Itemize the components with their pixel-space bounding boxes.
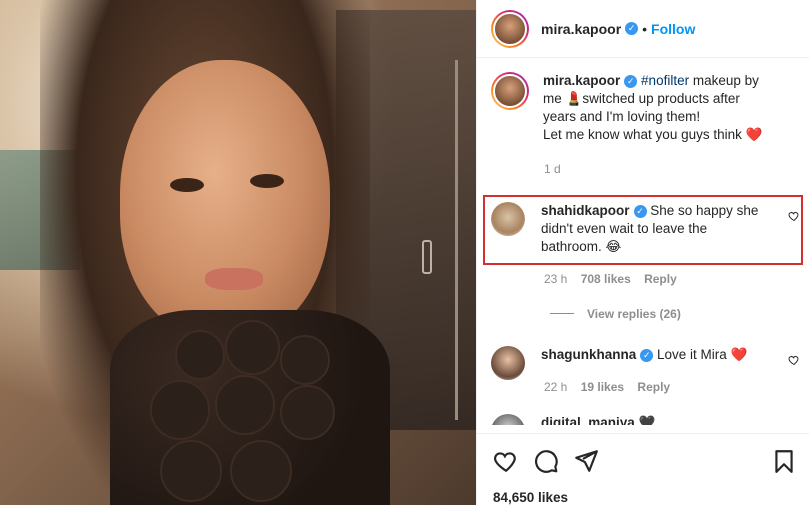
right-eye bbox=[250, 174, 284, 188]
post-actions-bar: 84,650 likes bbox=[477, 433, 809, 505]
comment-item: shagunkhanna ✓ Love it Mira ❤️ bbox=[491, 346, 747, 380]
comments-section[interactable]: mira.kapoor ✓ #nofilter makeup by me 💄swi… bbox=[477, 58, 809, 425]
share-icon[interactable] bbox=[573, 448, 599, 474]
comment-time: 22 h bbox=[544, 380, 568, 394]
hashtag-link[interactable]: #nofilter bbox=[641, 73, 689, 88]
caption-username[interactable]: mira.kapoor bbox=[543, 73, 620, 88]
caption-text: me 💄switched up products after bbox=[543, 91, 740, 106]
likes-count[interactable]: 84,650 likes bbox=[493, 490, 568, 505]
clothing-petal bbox=[230, 440, 292, 502]
heart-icon[interactable] bbox=[788, 354, 800, 366]
commenter-avatar[interactable] bbox=[491, 414, 525, 425]
clothing-petal bbox=[150, 380, 210, 440]
reply-button[interactable]: Reply bbox=[644, 272, 677, 286]
replies-divider bbox=[550, 313, 574, 314]
clothing-petal bbox=[280, 335, 330, 385]
reply-button[interactable]: Reply bbox=[637, 380, 670, 394]
comment-text: 🖤 bbox=[634, 415, 656, 425]
post-side-panel: mira.kapoor ✓ • Follow mira.kapoor ✓ #nof… bbox=[476, 0, 809, 505]
door-handle bbox=[422, 240, 432, 274]
comment-text: bathroom. 😂 bbox=[541, 239, 622, 254]
comment-item: shahidkapoor ✓ She so happy she didn't ev… bbox=[491, 202, 758, 256]
clothing-petal bbox=[175, 330, 225, 380]
view-replies-button[interactable]: View replies (26) bbox=[587, 307, 681, 321]
comment-icon[interactable] bbox=[533, 448, 559, 474]
door-edge bbox=[455, 60, 458, 420]
commenter-username[interactable]: shahidkapoor bbox=[541, 203, 630, 218]
clothing-petal bbox=[215, 375, 275, 435]
post-header: mira.kapoor ✓ • Follow bbox=[477, 0, 809, 58]
comment-likes[interactable]: 19 likes bbox=[581, 380, 624, 394]
comment-time: 23 h bbox=[544, 272, 568, 286]
left-eye bbox=[170, 178, 204, 192]
heart-icon[interactable] bbox=[493, 448, 519, 474]
caption-text: years and I'm loving them! bbox=[543, 109, 701, 124]
comment-text: Love it Mira ❤️ bbox=[653, 347, 748, 362]
clothing-petal bbox=[225, 320, 280, 375]
caption-avatar[interactable] bbox=[491, 72, 529, 110]
commenter-avatar[interactable] bbox=[491, 346, 525, 380]
post-image[interactable] bbox=[0, 0, 476, 505]
commenter-avatar[interactable] bbox=[491, 202, 525, 236]
clothing-petal bbox=[160, 440, 222, 502]
caption-time: 1 d bbox=[544, 162, 561, 176]
comment-likes[interactable]: 708 likes bbox=[581, 272, 631, 286]
verified-badge-icon: ✓ bbox=[625, 22, 639, 35]
bookmark-icon[interactable] bbox=[771, 448, 797, 474]
caption-timestamp: 1 d bbox=[544, 162, 571, 176]
comment-item: digital_maniya 🖤 bbox=[491, 414, 655, 425]
lips bbox=[205, 268, 263, 290]
comment-meta: 22 h 19 likes Reply bbox=[544, 380, 680, 394]
comment-text: She so happy she bbox=[646, 203, 759, 218]
face bbox=[120, 60, 330, 340]
verified-badge-icon: ✓ bbox=[633, 204, 647, 218]
verified-badge-icon: ✓ bbox=[640, 348, 654, 362]
author-avatar[interactable] bbox=[491, 9, 529, 48]
comment-text: didn't even wait to leave the bbox=[541, 221, 708, 236]
commenter-username[interactable]: shagunkhanna bbox=[541, 347, 636, 362]
verified-badge-icon: ✓ bbox=[624, 74, 638, 88]
separator-dot: • bbox=[642, 20, 648, 37]
comment-meta: 23 h 708 likes Reply bbox=[544, 272, 687, 286]
caption-text: makeup by bbox=[689, 73, 759, 88]
author-username[interactable]: mira.kapoor bbox=[541, 21, 621, 37]
caption: mira.kapoor ✓ #nofilter makeup by me 💄swi… bbox=[491, 72, 762, 144]
clothing-petal bbox=[280, 385, 335, 440]
follow-button[interactable]: Follow bbox=[651, 21, 695, 37]
caption-text: Let me know what you guys think ❤️ bbox=[543, 127, 763, 142]
heart-icon[interactable] bbox=[788, 210, 800, 222]
commenter-username[interactable]: digital_maniya bbox=[541, 415, 635, 425]
